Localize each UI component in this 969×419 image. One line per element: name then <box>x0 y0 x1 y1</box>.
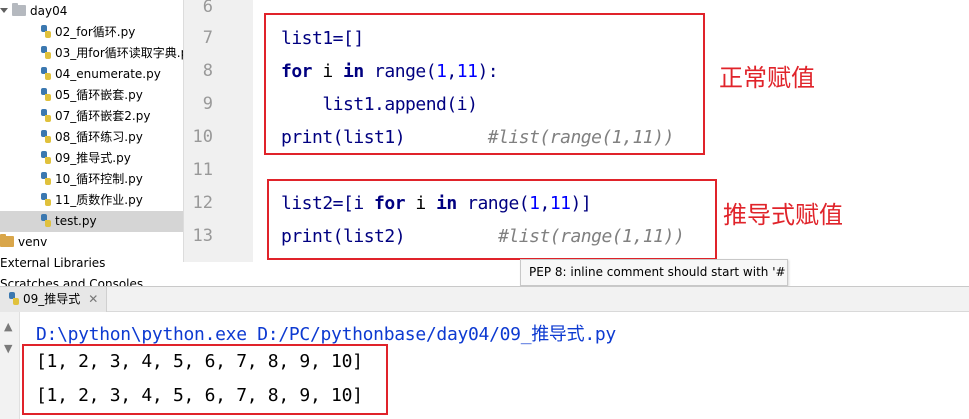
scroll-down-icon[interactable]: ▼ <box>4 342 12 355</box>
tree-file-label: 03_用for循环读取字典.py <box>55 46 183 60</box>
tree-item-label: Scratches and Consoles <box>0 277 144 286</box>
python-file-icon <box>40 151 52 164</box>
line-number: 7 <box>202 28 213 48</box>
tree-folder-venv[interactable]: venv <box>0 232 47 253</box>
python-file-icon <box>40 46 52 59</box>
tree-file-label: 08_循环练习.py <box>55 130 143 144</box>
tree-file[interactable]: 08_循环练习.py <box>40 127 143 148</box>
run-tab-label: 09_推导式 <box>23 292 81 306</box>
line-number: 8 <box>202 61 213 81</box>
run-panel-header: 09_推导式 ✕ <box>0 286 969 312</box>
line-number: 12 <box>192 193 213 213</box>
tree-scratches[interactable]: Scratches and Consoles <box>0 274 143 286</box>
run-tab[interactable]: 09_推导式 ✕ <box>0 287 108 312</box>
highlight-box-comprehension <box>267 179 717 260</box>
line-number: 6 <box>202 0 213 17</box>
project-tree: day04 02_for循环.py 03_用for循环读取字典.py 04_en… <box>0 0 183 286</box>
tree-file[interactable]: 09_推导式.py <box>40 148 131 169</box>
highlight-box-output <box>22 344 388 415</box>
python-file-icon <box>40 172 52 185</box>
tree-file-label: 11_质数作业.py <box>55 193 143 207</box>
close-icon[interactable]: ✕ <box>88 287 98 312</box>
line-number: 9 <box>202 94 213 114</box>
highlight-box-normal <box>264 13 705 155</box>
tree-file-label: 07_循环嵌套2.py <box>55 109 151 123</box>
line-number: 13 <box>192 226 213 246</box>
tree-folder-label: venv <box>18 235 48 249</box>
folder-icon <box>12 3 26 16</box>
python-file-icon <box>40 193 52 206</box>
python-file-icon <box>40 25 52 38</box>
pep8-tooltip: PEP 8: inline comment should start with … <box>520 259 788 304</box>
tree-file-label: 09_推导式.py <box>55 151 131 165</box>
tree-file[interactable]: 03_用for循环读取字典.py <box>40 43 183 64</box>
line-number: 10 <box>192 127 213 147</box>
tree-folder-label: day04 <box>30 4 68 18</box>
run-toolbar: ▲ ▼ <box>0 312 20 419</box>
python-file-icon <box>40 130 52 143</box>
python-file-icon <box>40 88 52 101</box>
python-run-icon <box>8 292 20 305</box>
tree-file-label: test.py <box>55 214 97 228</box>
tree-file[interactable]: 11_质数作业.py <box>40 190 143 211</box>
run-command-line: D:\python\python.exe D:/PC/pythonbase/da… <box>36 324 616 345</box>
annotation-normal-assignment: 正常赋值 <box>719 64 815 92</box>
tree-file-label: 10_循环控制.py <box>55 172 143 186</box>
tree-file[interactable]: 04_enumerate.py <box>40 64 161 85</box>
tree-file[interactable]: 02_for循环.py <box>40 22 135 43</box>
line-number-gutter: 6 7 8 9 10 11 12 13 <box>183 0 253 262</box>
chevron-down-icon[interactable] <box>0 8 8 13</box>
python-file-icon <box>40 67 52 80</box>
tree-file-label: 02_for循环.py <box>55 25 136 39</box>
tree-item-label: External Libraries <box>0 256 106 270</box>
tree-file-selected[interactable]: test.py <box>0 211 183 232</box>
python-file-icon <box>40 109 52 122</box>
tree-folder-day04[interactable]: day04 <box>0 1 67 22</box>
code-editor[interactable]: list1=[] for i in range(1,11): list1.app… <box>253 0 969 262</box>
tree-file-label: 05_循环嵌套.py <box>55 88 143 102</box>
tree-file[interactable]: 07_循环嵌套2.py <box>40 106 150 127</box>
annotation-comprehension-assignment: 推导式赋值 <box>723 201 843 229</box>
tree-file[interactable]: 10_循环控制.py <box>40 169 143 190</box>
scroll-up-icon[interactable]: ▲ <box>4 320 12 333</box>
python-file-icon <box>40 214 52 227</box>
tree-file[interactable]: 05_循环嵌套.py <box>40 85 143 106</box>
tree-external-libraries[interactable]: External Libraries <box>0 253 105 274</box>
line-number: 11 <box>192 160 213 180</box>
folder-icon <box>0 234 14 247</box>
tree-file-label: 04_enumerate.py <box>55 67 161 81</box>
